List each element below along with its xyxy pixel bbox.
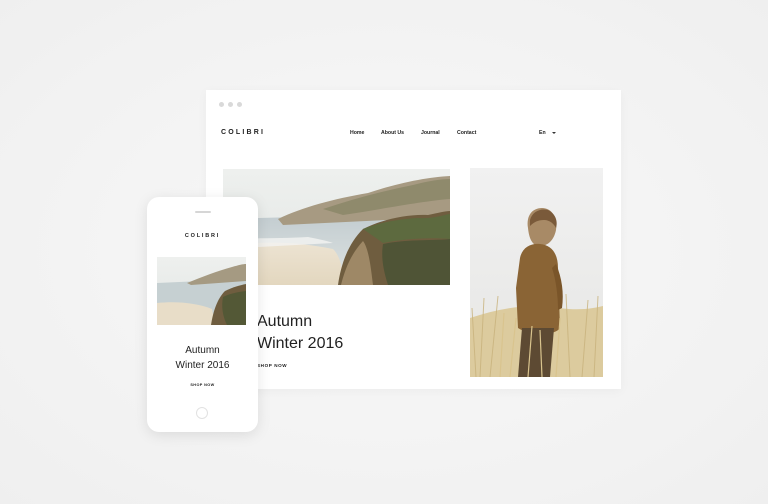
nav-item-journal[interactable]: Journal bbox=[421, 130, 457, 136]
shop-now-button[interactable]: SHOP NOW bbox=[257, 363, 287, 368]
main-nav: Home About Us Journal Contact bbox=[350, 130, 487, 136]
site-logo[interactable]: COLIBRI bbox=[221, 129, 265, 136]
side-image-person bbox=[470, 168, 603, 377]
mobile-site-logo[interactable]: COLIBRI bbox=[151, 233, 254, 239]
desktop-browser-window: COLIBRI Home About Us Journal Contact En bbox=[206, 90, 621, 389]
mobile-headline-line-2: Winter 2016 bbox=[175, 360, 230, 371]
mobile-hero-headline: Autumn Winter 2016 bbox=[151, 343, 254, 373]
mobile-hero-image-coast bbox=[157, 257, 246, 325]
mobile-coast-photo-graphic bbox=[157, 257, 246, 325]
chevron-down-icon bbox=[551, 132, 556, 134]
phone-home-button[interactable] bbox=[196, 407, 208, 419]
language-label: En bbox=[539, 130, 546, 136]
language-selector[interactable]: En bbox=[539, 130, 556, 136]
phone-speaker bbox=[195, 211, 211, 213]
headline-line-2: Winter 2016 bbox=[257, 335, 344, 352]
mobile-phone-mockup: COLIBRI Autumn Winter 2016 SHOP NOW bbox=[147, 197, 258, 432]
window-dot-icon[interactable] bbox=[228, 102, 233, 107]
window-dot-icon[interactable] bbox=[219, 102, 224, 107]
window-dot-icon[interactable] bbox=[237, 102, 242, 107]
person-field-photo-graphic bbox=[470, 168, 603, 377]
hero-headline: Autumn Winter 2016 bbox=[257, 311, 343, 355]
headline-line-1: Autumn bbox=[257, 313, 313, 330]
nav-item-home[interactable]: Home bbox=[350, 130, 381, 136]
nav-item-about-us[interactable]: About Us bbox=[381, 130, 421, 136]
nav-item-contact[interactable]: Contact bbox=[457, 130, 487, 136]
mobile-shop-now-button[interactable]: SHOP NOW bbox=[151, 383, 254, 387]
window-controls bbox=[219, 102, 242, 107]
phone-screen: COLIBRI Autumn Winter 2016 SHOP NOW bbox=[151, 220, 254, 400]
mockup-stage: COLIBRI Home About Us Journal Contact En bbox=[0, 0, 768, 504]
mobile-headline-line-1: Autumn bbox=[185, 345, 220, 356]
